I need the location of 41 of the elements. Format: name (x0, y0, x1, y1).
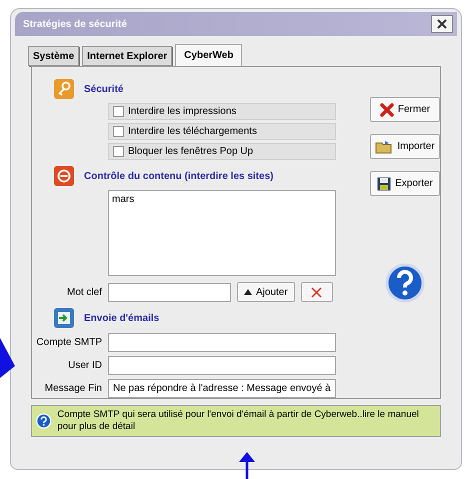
close-button[interactable] (431, 15, 453, 33)
help-icon (385, 263, 425, 303)
tab[interactable]: CyberWeb (175, 44, 242, 66)
close-icon (380, 102, 394, 116)
help-icon (36, 412, 52, 430)
cross-icon (311, 286, 322, 298)
remove-button[interactable] (300, 282, 333, 302)
field-label: Mot clef (66, 286, 102, 300)
input-field[interactable] (108, 282, 231, 302)
info-text: Compte SMTP qui sera utilisé pour l'envoi d'émail à partir de Cyberweb..lire le manuel pour plus de détail (57, 409, 420, 433)
folder-icon (375, 140, 394, 154)
annotation-arrow (0, 338, 16, 378)
annotation-arrow (236, 452, 258, 479)
close-icon (436, 18, 448, 30)
section-title: Contrôle du contenu (interdire les sites) (84, 170, 274, 184)
tab[interactable]: Internet Explorer (82, 46, 172, 66)
side-button[interactable]: Importer (370, 134, 440, 159)
input-field[interactable] (108, 356, 336, 375)
field-label: User ID (67, 359, 102, 373)
section-title: Envoie d'émails (84, 312, 160, 326)
checkbox[interactable] (113, 126, 124, 137)
side-button[interactable]: Fermer (370, 97, 440, 122)
no-entry-icon (54, 166, 74, 186)
list-item[interactable]: mars (112, 194, 332, 206)
field-label: Compte SMTP (35, 336, 102, 350)
checkbox-row[interactable]: Interdire les impressions (108, 103, 336, 120)
section-title: Sécurité (84, 82, 124, 96)
window-title: Stratégies de sécurité (23, 18, 127, 32)
triangle-up-icon (244, 289, 252, 295)
checkbox-row[interactable]: Interdire les téléchargements (108, 123, 336, 140)
site-list[interactable]: mars (108, 190, 336, 276)
checkbox[interactable] (113, 106, 124, 117)
tab[interactable]: Système (28, 46, 80, 66)
input-field[interactable] (108, 333, 336, 352)
key-icon (54, 79, 74, 99)
side-button[interactable]: Exporter (370, 171, 440, 196)
add-button[interactable]: Ajouter (237, 282, 295, 302)
checkbox[interactable] (113, 146, 124, 157)
input-field[interactable]: Ne pas répondre à l'adresse : Message envoyé à (108, 379, 336, 398)
field-label: Message Fin (44, 382, 102, 396)
checkbox-row[interactable]: Bloquer les fenêtres Pop Up (108, 143, 336, 160)
